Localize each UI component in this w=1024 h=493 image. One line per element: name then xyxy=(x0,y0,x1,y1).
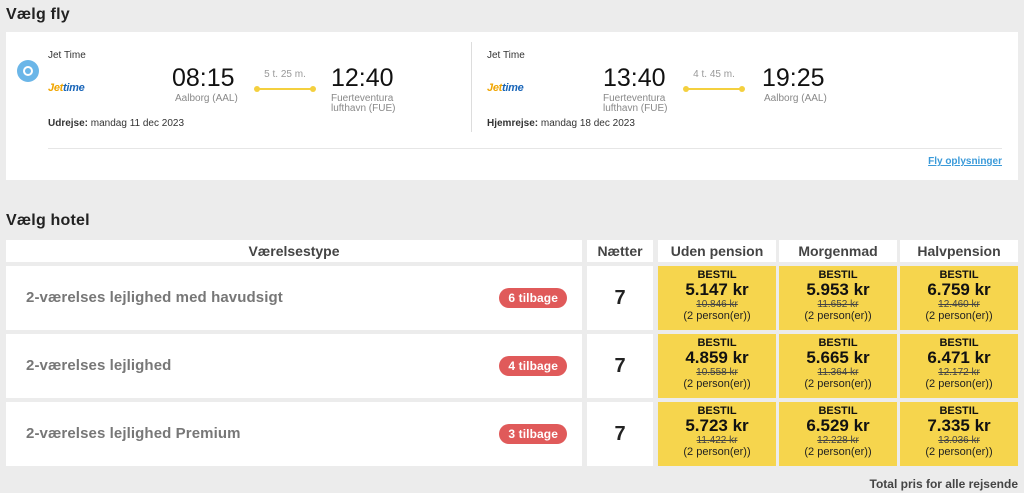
nights-cell: 7 xyxy=(587,334,653,398)
room-type-cell: 2-værelses lejlighed Premium 3 tilbage xyxy=(6,402,582,466)
flight-radio-button[interactable] xyxy=(17,60,39,82)
original-price: 10.558 kr xyxy=(696,367,738,378)
flight-info-link[interactable]: Fly oplysninger xyxy=(928,156,1002,167)
availability-badge: 4 tilbage xyxy=(499,356,567,376)
hotel-section-title: Vælg hotel xyxy=(6,212,90,229)
availability-badge: 6 tilbage xyxy=(499,288,567,308)
airline-logo: Jettime xyxy=(48,82,85,94)
persons-label: (2 person(er)) xyxy=(925,378,993,390)
current-price: 7.335 kr xyxy=(927,416,991,435)
persons-label: (2 person(er)) xyxy=(804,310,872,322)
room-name: 2-værelses lejlighed xyxy=(26,357,172,374)
leg-divider xyxy=(471,42,472,132)
original-price: 13.036 kr xyxy=(938,435,980,446)
departure-time: 13:40 xyxy=(603,64,666,92)
original-price: 12.460 kr xyxy=(938,299,980,310)
header-no-board: Uden pension xyxy=(658,240,776,262)
current-price: 5.147 kr xyxy=(685,280,749,299)
original-price: 10.846 kr xyxy=(696,299,738,310)
room-type-cell: 2-værelses lejlighed 4 tilbage xyxy=(6,334,582,398)
current-price: 5.953 kr xyxy=(806,280,870,299)
original-price: 11.364 kr xyxy=(817,367,859,378)
airline-logo: Jettime xyxy=(487,82,524,94)
room-type-cell: 2-værelses lejlighed med havudsigt 6 tilb… xyxy=(6,266,582,330)
original-price: 12.172 kr xyxy=(938,367,980,378)
price-button-no-board[interactable]: BESTIL 4.859 kr 10.558 kr (2 person(er)) xyxy=(658,334,776,398)
persons-label: (2 person(er)) xyxy=(683,310,751,322)
price-button-breakfast[interactable]: BESTIL 5.665 kr 11.364 kr (2 person(er)) xyxy=(779,334,897,398)
current-price: 4.859 kr xyxy=(685,348,749,367)
departure-airport: Fuerteventura lufthavn (FUE) xyxy=(603,93,668,114)
airline-name: Jet Time xyxy=(487,50,525,61)
price-button-breakfast[interactable]: BESTIL 5.953 kr 11.652 kr (2 person(er)) xyxy=(779,266,897,330)
current-price: 6.471 kr xyxy=(927,348,991,367)
price-button-no-board[interactable]: BESTIL 5.723 kr 11.422 kr (2 person(er)) xyxy=(658,402,776,466)
persons-label: (2 person(er)) xyxy=(925,310,993,322)
persons-label: (2 person(er)) xyxy=(683,446,751,458)
current-price: 6.529 kr xyxy=(806,416,870,435)
price-button-half-board[interactable]: BESTIL 6.759 kr 12.460 kr (2 person(er)) xyxy=(900,266,1018,330)
departure-airport: Aalborg (AAL) xyxy=(175,93,238,104)
current-price: 5.723 kr xyxy=(685,416,749,435)
header-breakfast: Morgenmad xyxy=(779,240,897,262)
nights-cell: 7 xyxy=(587,402,653,466)
arrival-time: 12:40 xyxy=(331,64,394,92)
header-half-board: Halvpension xyxy=(900,240,1018,262)
airline-name: Jet Time xyxy=(48,50,86,61)
arrival-airport: Fuerteventura lufthavn (FUE) xyxy=(331,93,396,114)
price-button-breakfast[interactable]: BESTIL 6.529 kr 12.228 kr (2 person(er)) xyxy=(779,402,897,466)
header-nights: Nætter xyxy=(587,240,653,262)
original-price: 11.652 kr xyxy=(817,299,859,310)
duration-line xyxy=(254,86,316,92)
persons-label: (2 person(er)) xyxy=(804,446,872,458)
availability-badge: 3 tilbage xyxy=(499,424,567,444)
total-price-note: Total pris for alle rejsende xyxy=(869,477,1019,491)
duration-line xyxy=(683,86,745,92)
arrival-airport: Aalborg (AAL) xyxy=(764,93,827,104)
room-name: 2-værelses lejlighed Premium xyxy=(26,425,241,442)
price-button-no-board[interactable]: BESTIL 5.147 kr 10.846 kr (2 person(er)) xyxy=(658,266,776,330)
outbound-date: Udrejse: mandag 11 dec 2023 xyxy=(48,118,185,129)
card-divider xyxy=(48,148,1002,149)
departure-time: 08:15 xyxy=(172,64,235,92)
persons-label: (2 person(er)) xyxy=(925,446,993,458)
original-price: 12.228 kr xyxy=(817,435,859,446)
flight-option-card[interactable]: Jet Time Jettime 08:15 Aalborg (AAL) 5 t… xyxy=(6,32,1018,180)
return-date: Hjemrejse: mandag 18 dec 2023 xyxy=(487,118,635,129)
arrival-time: 19:25 xyxy=(762,64,825,92)
nights-cell: 7 xyxy=(587,266,653,330)
price-button-half-board[interactable]: BESTIL 6.471 kr 12.172 kr (2 person(er)) xyxy=(900,334,1018,398)
outbound-leg: Jet Time Jettime 08:15 Aalborg (AAL) 5 t… xyxy=(48,32,468,142)
persons-label: (2 person(er)) xyxy=(804,378,872,390)
header-room-type: Værelsestype xyxy=(6,240,582,262)
room-name: 2-værelses lejlighed med havudsigt xyxy=(26,289,283,306)
flight-duration: 5 t. 25 m. xyxy=(264,69,306,80)
price-button-half-board[interactable]: BESTIL 7.335 kr 13.036 kr (2 person(er)) xyxy=(900,402,1018,466)
original-price: 11.422 kr xyxy=(696,435,738,446)
flight-duration: 4 t. 45 m. xyxy=(693,69,735,80)
flights-section-title: Vælg fly xyxy=(6,6,70,23)
current-price: 6.759 kr xyxy=(927,280,991,299)
persons-label: (2 person(er)) xyxy=(683,378,751,390)
return-leg: Jet Time Jettime 13:40 Fuerteventura luft… xyxy=(487,32,1012,142)
current-price: 5.665 kr xyxy=(806,348,870,367)
